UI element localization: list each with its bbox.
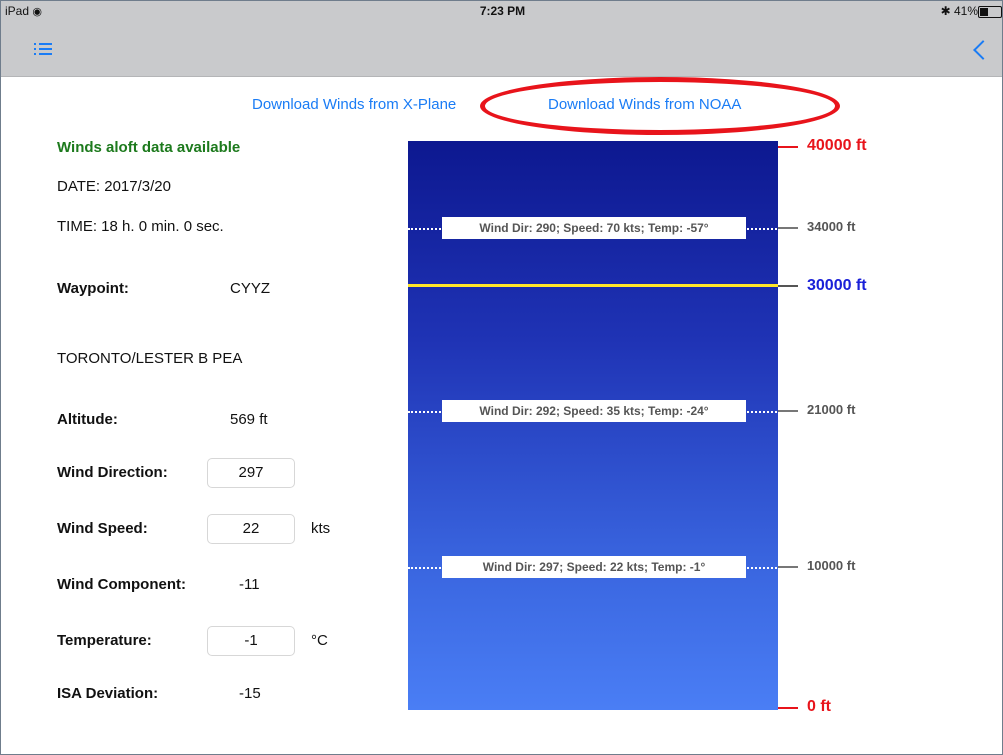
date-text: DATE: 2017/3/20 [57,178,171,195]
data-availability: Winds aloft data available [57,139,241,156]
altitude-level-label: 34000 ft [807,219,856,234]
chevron-left-icon[interactable] [970,37,990,63]
isa-deviation-label: ISA Deviation: [57,685,159,702]
wind-component-value: -11 [239,576,260,593]
selected-altitude-tick [778,285,798,287]
bottom-altitude-tick [778,707,798,709]
waypoint-value: CYYZ [230,280,271,297]
top-altitude-label: 40000 ft [807,137,867,154]
download-xplane-link[interactable]: Download Winds from X-Plane [252,96,456,113]
altitude-label: Altitude: [57,411,118,428]
annotation-highlight-ring [480,77,840,135]
wind-component-label: Wind Component: [57,576,187,593]
wind-speed-field[interactable]: 22 [207,514,295,544]
wind-info-box[interactable]: Wind Dir: 292; Speed: 35 kts; Temp: -24° [442,400,746,422]
selected-altitude-label: 30000 ft [807,277,867,294]
wind-direction-label: Wind Direction: [57,464,168,481]
temperature-label: Temperature: [57,632,152,649]
wind-speed-label: Wind Speed: [57,520,148,537]
temperature-field[interactable]: -1 [207,626,295,656]
altitude-level-label: 21000 ft [807,402,856,417]
navigation-bar: iPad ◉ 7:23 PM ✱ 41% [1,1,1002,77]
list-icon[interactable] [34,41,52,57]
battery-percent: ✱ 41% [940,4,978,18]
waypoint-label: Waypoint: [57,280,129,297]
wind-info-box[interactable]: Wind Dir: 290; Speed: 70 kts; Temp: -57° [442,217,746,239]
top-altitude-tick [778,146,798,148]
temperature-unit: °C [311,632,328,649]
isa-deviation-value: -15 [239,685,261,702]
selected-altitude-line[interactable] [408,284,778,287]
time-text: TIME: 18 h. 0 min. 0 sec. [57,218,224,235]
altitude-tick [778,227,798,229]
bottom-altitude-label: 0 ft [807,698,831,715]
battery-icon [978,6,1002,18]
altitude-tick [778,410,798,412]
wind-direction-field[interactable]: 297 [207,458,295,488]
altitude-level-label: 10000 ft [807,558,856,573]
status-time: 7:23 PM [479,4,526,18]
wind-info-box[interactable]: Wind Dir: 297; Speed: 22 kts; Temp: -1° [442,556,746,578]
altitude-tick [778,566,798,568]
wind-speed-unit: kts [311,520,331,537]
altitude-value: 569 ft [230,411,268,428]
airport-name: TORONTO/LESTER B PEA [57,350,243,367]
status-bar: iPad ◉ 7:23 PM ✱ 41% [1,1,1002,21]
app-window: iPad ◉ 7:23 PM ✱ 41% Download Winds from… [0,0,1003,755]
